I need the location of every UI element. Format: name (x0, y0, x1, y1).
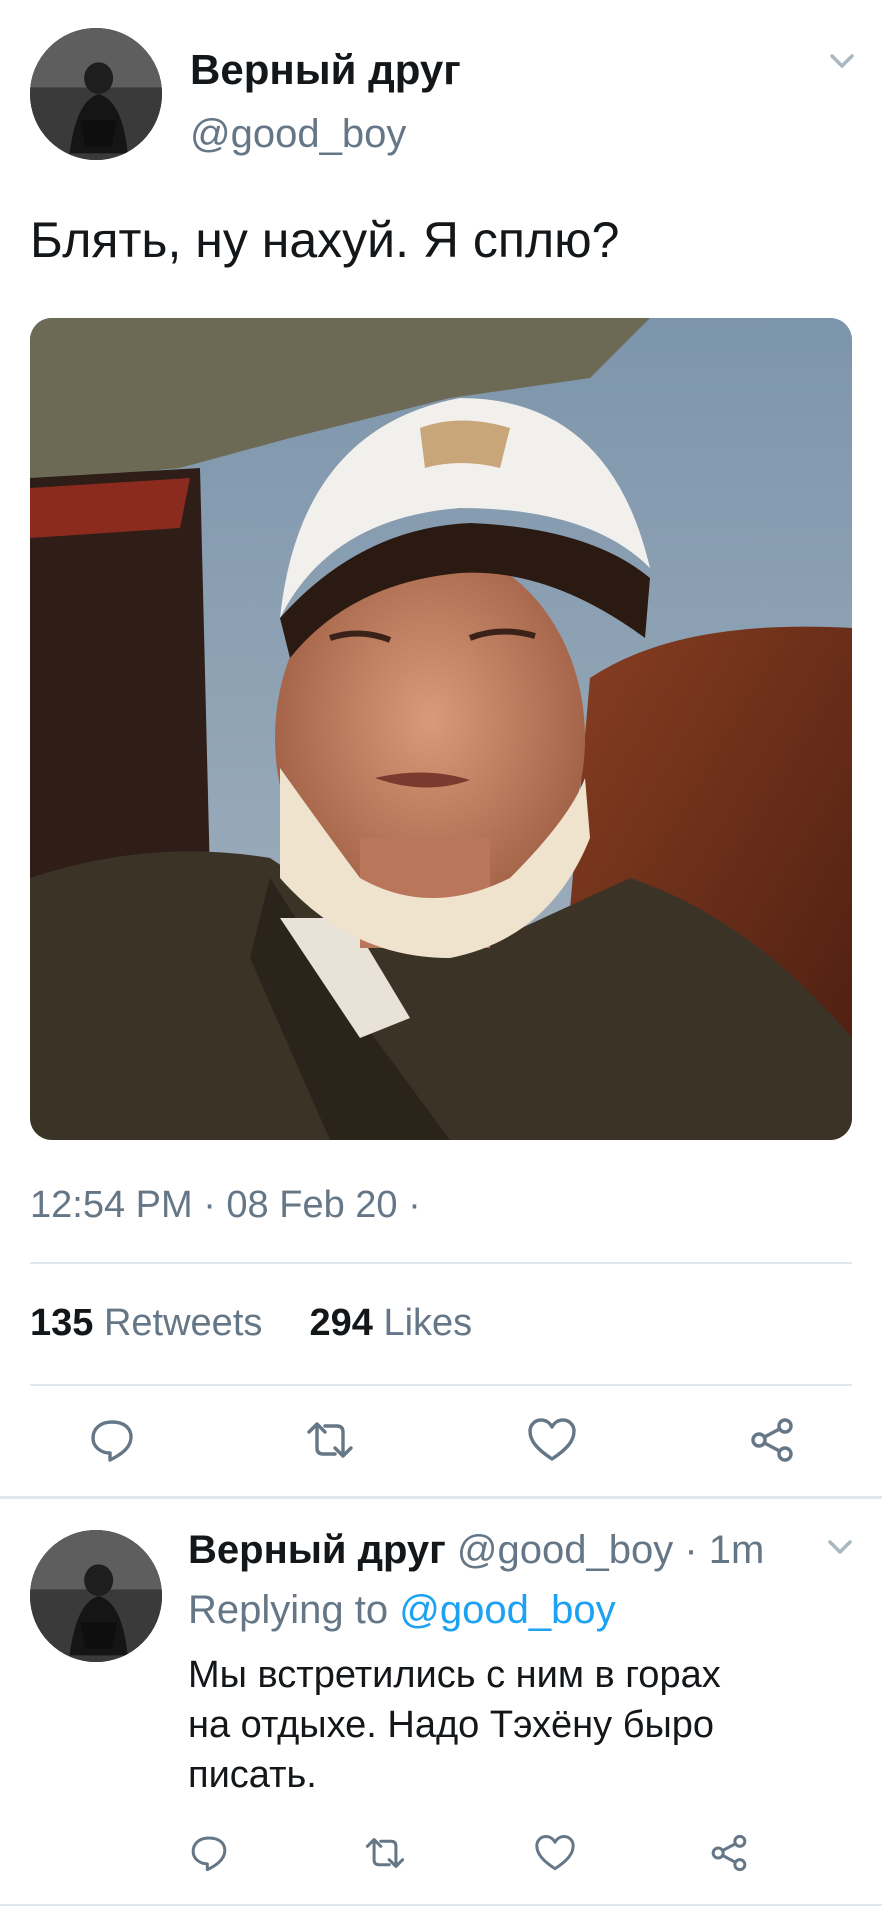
chevron-down-icon[interactable] (824, 48, 860, 74)
tweet-photo[interactable] (30, 318, 852, 1140)
photo-image (30, 318, 852, 1140)
retweets-stat[interactable]: 135 Retweets (30, 1302, 273, 1344)
bottom-divider (0, 1904, 882, 1906)
tweet-stats: 135 Retweets 294 Likes (30, 1302, 472, 1345)
retweets-count: 135 (30, 1302, 94, 1344)
retweets-label: Retweets (103, 1302, 263, 1344)
likes-count: 294 (309, 1302, 373, 1344)
reply-icon (191, 1836, 227, 1872)
author-avatar[interactable] (30, 28, 162, 160)
reply-text-line: на отдыхе. Надо Тэхёну быро (188, 1704, 715, 1746)
like-icon (528, 1418, 576, 1461)
likes-label: Likes (383, 1302, 473, 1344)
reply-avatar[interactable] (30, 1530, 162, 1662)
author-handle[interactable]: @good_boy (190, 112, 406, 157)
tweet-timestamp: 12:54 PM · 08 Feb 20 · (30, 1184, 421, 1226)
avatar-image (30, 1530, 162, 1662)
tweet-text: Блять, ну нахуй. Я сплю? (30, 212, 620, 268)
divider (30, 1384, 852, 1386)
reply-retweet-button[interactable] (360, 1828, 410, 1878)
avatar-image (30, 28, 162, 160)
reply-share-button[interactable] (704, 1828, 754, 1878)
like-button[interactable] (522, 1410, 582, 1470)
share-icon (751, 1418, 793, 1462)
reply-reply-button[interactable] (184, 1828, 234, 1878)
chevron-down-icon[interactable] (822, 1534, 858, 1560)
section-divider (0, 1496, 882, 1499)
share-button[interactable] (742, 1410, 802, 1470)
reply-button[interactable] (82, 1410, 142, 1470)
reply-text: Мы встретились с ним в горах на отдыхе. … (188, 1650, 848, 1800)
retweet-icon (365, 1838, 405, 1868)
reply-author-name[interactable]: Верный друг (188, 1528, 446, 1572)
divider (30, 1262, 852, 1264)
reply-text-line: Мы встретились с ним в горах (188, 1654, 721, 1696)
reply-header: Верный друг @good_boy · 1m (188, 1528, 764, 1573)
like-icon (535, 1834, 575, 1871)
likes-stat[interactable]: 294 Likes (310, 1302, 473, 1344)
replying-label: Replying to (188, 1588, 389, 1632)
reply-like-button[interactable] (530, 1828, 580, 1878)
retweet-button[interactable] (300, 1410, 360, 1470)
share-icon (711, 1834, 747, 1872)
reply-icon (91, 1420, 133, 1462)
replying-handle-link[interactable]: @good_boy (399, 1588, 615, 1632)
retweet-icon (307, 1422, 353, 1458)
reply-author-handle[interactable]: @good_boy (457, 1528, 673, 1572)
reply-time: · 1m (684, 1528, 765, 1572)
reply-text-line: писать. (188, 1754, 317, 1796)
author-name[interactable]: Верный друг (190, 46, 461, 94)
replying-to: Replying to @good_boy (188, 1588, 616, 1633)
